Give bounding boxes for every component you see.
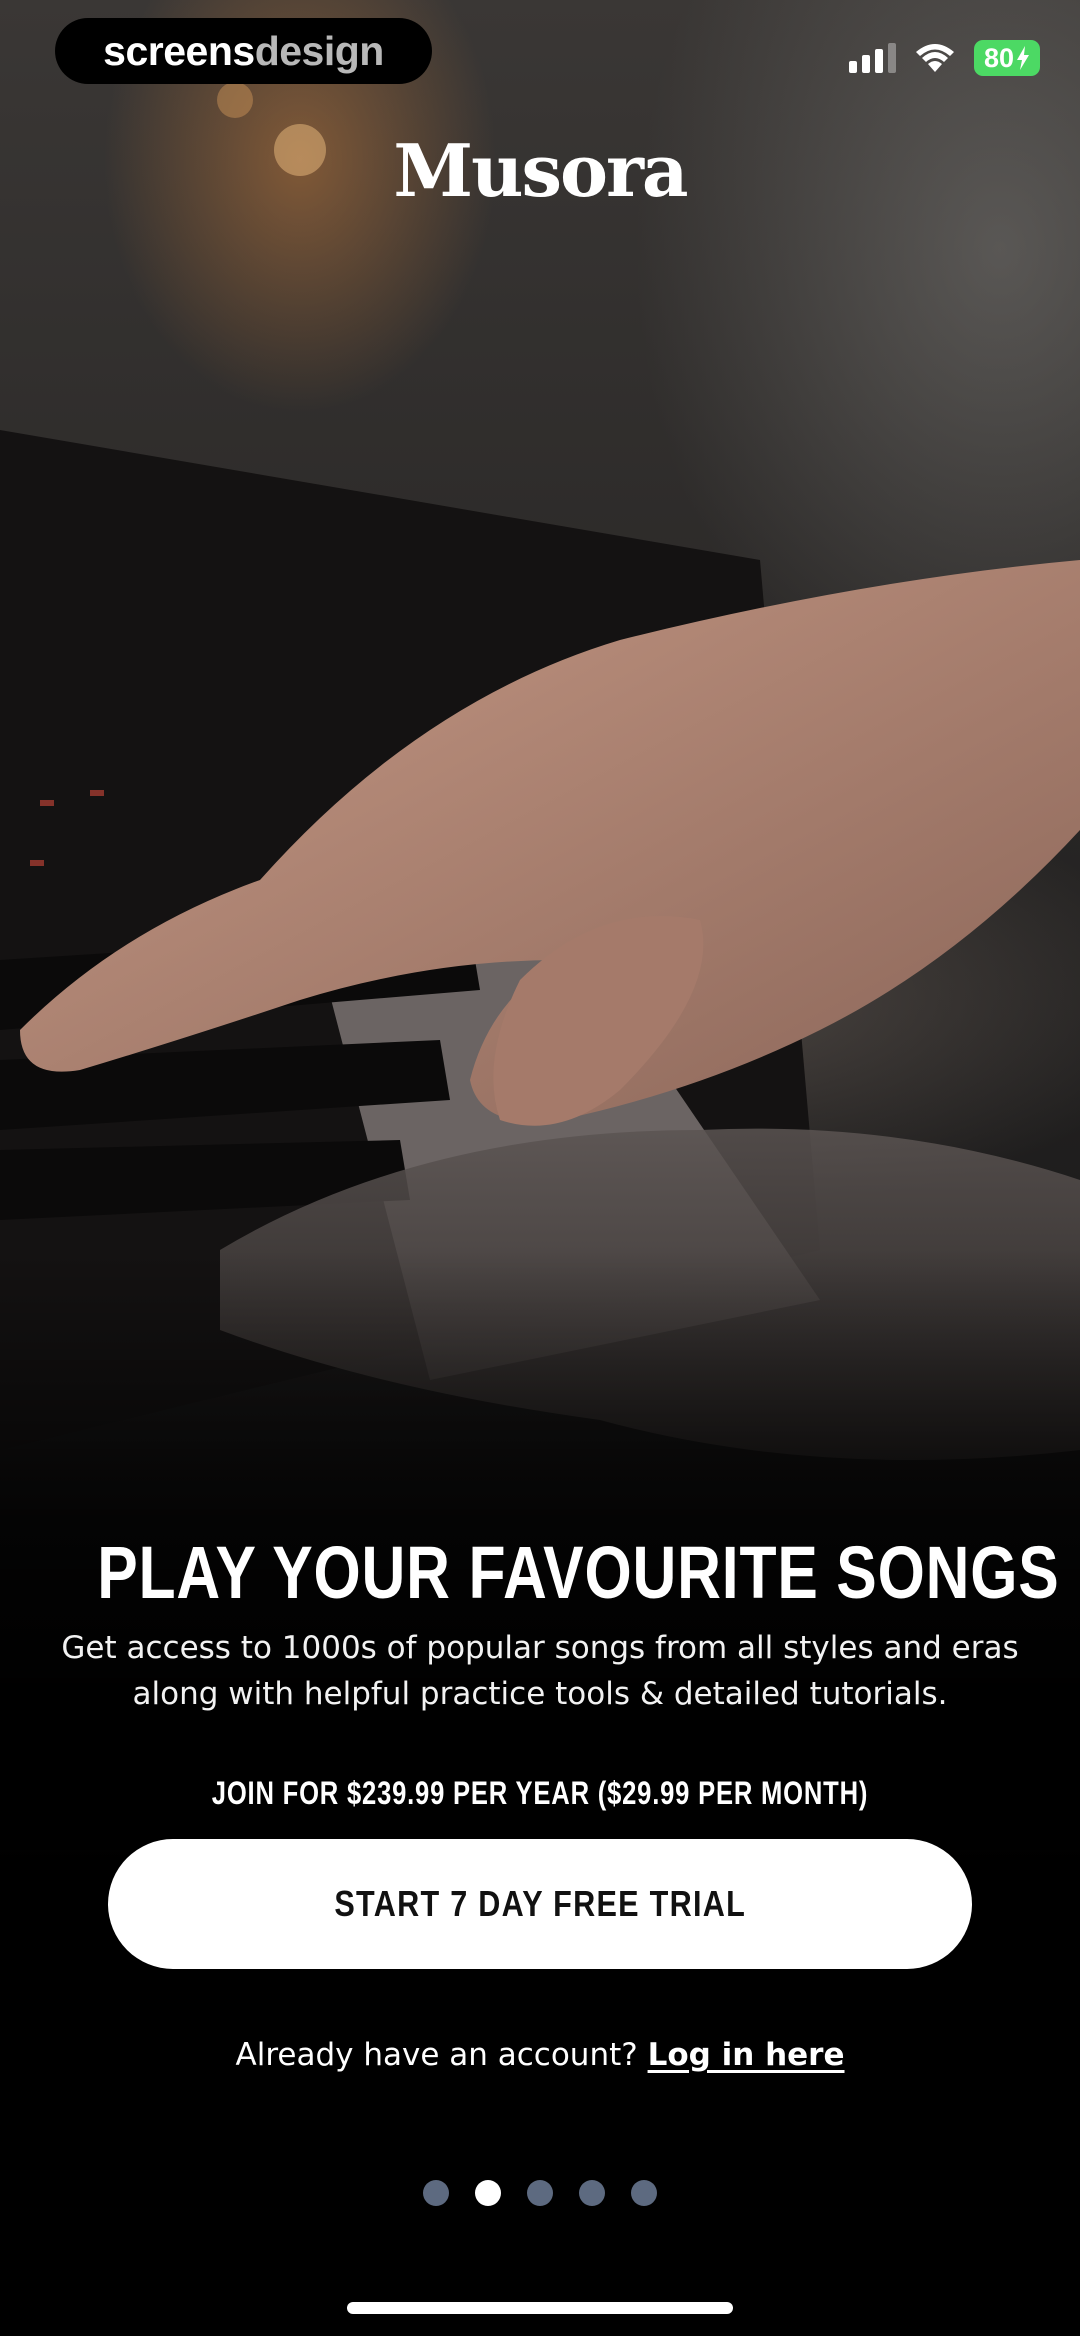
subtitle: Get access to 1000s of popular songs fro… bbox=[61, 1630, 1019, 1712]
login-prompt: Already have an account? Log in here bbox=[0, 2037, 1080, 2073]
page-dot-4[interactable] bbox=[579, 2180, 605, 2206]
home-indicator[interactable] bbox=[347, 2302, 733, 2314]
watermark-text-secondary: design bbox=[254, 27, 385, 74]
watermark-text-primary: screens bbox=[103, 27, 255, 74]
page-dot-1[interactable] bbox=[423, 2180, 449, 2206]
login-prompt-text: Already have an account? bbox=[235, 2037, 638, 2073]
bolt-icon bbox=[1017, 46, 1030, 70]
screensdesign-watermark: screens design bbox=[55, 18, 432, 84]
page-dot-5[interactable] bbox=[631, 2180, 657, 2206]
battery-level: 80 bbox=[983, 42, 1015, 73]
battery-indicator: 80 bbox=[974, 40, 1040, 76]
pricing-label: JOIN FOR $239.99 PER YEAR ($29.99 PER MO… bbox=[211, 1775, 869, 1811]
headline: PLAY YOUR FAVOURITE SONGS bbox=[97, 1531, 1060, 1614]
start-free-trial-button[interactable]: START 7 DAY FREE TRIAL bbox=[108, 1839, 972, 1969]
login-link[interactable]: Log in here bbox=[648, 2037, 845, 2073]
musora-logo: Musora bbox=[393, 128, 688, 213]
page-indicator bbox=[0, 2180, 1080, 2206]
onboarding-screen: screens design 80 Musora PLAY YOUR FAVOUR… bbox=[0, 0, 1080, 2336]
start-free-trial-label: START 7 DAY FREE TRIAL bbox=[334, 1883, 746, 1924]
page-dot-2-active[interactable] bbox=[475, 2180, 501, 2206]
cellular-signal-icon bbox=[849, 43, 896, 73]
page-dot-3[interactable] bbox=[527, 2180, 553, 2206]
wifi-icon bbox=[916, 44, 954, 72]
status-bar: 80 bbox=[849, 36, 1040, 80]
